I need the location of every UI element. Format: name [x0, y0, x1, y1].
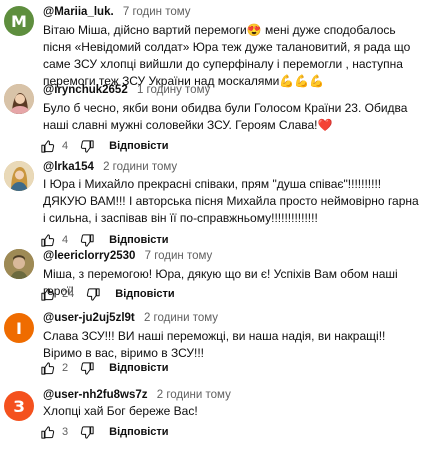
comment-actions: 4 Відповісти: [40, 136, 169, 156]
comment-text: Слава ЗСУ!!! ВИ наші переможці, ви наша …: [43, 329, 386, 360]
comment: @irynchuk2652 1 годину тому Було б чесно…: [0, 78, 428, 158]
avatar[interactable]: [4, 161, 34, 191]
like-count: 3: [62, 426, 69, 438]
avatar[interactable]: [4, 249, 34, 279]
user-photo-icon: [4, 161, 34, 191]
comment-author[interactable]: @irynchuk2652: [43, 84, 128, 96]
comments-list: M @Mariia_luk. 7 годин тому Вітаю Міша, …: [0, 0, 428, 449]
comment-header: @user-nh2fu8ws7z 2 години тому: [43, 389, 231, 401]
dislike-button[interactable]: [80, 139, 95, 154]
comment-time[interactable]: 7 годин тому: [123, 6, 191, 18]
thumbs-down-icon: [80, 361, 94, 375]
comment-header: @lrka154 2 години тому: [43, 161, 177, 173]
comment-author[interactable]: @user-nh2fu8ws7z: [43, 389, 148, 401]
comment-actions: 24 Відповісти: [40, 284, 175, 304]
comment: I @user-ju2uj5zl9t 2 години тому Слава З…: [0, 308, 428, 384]
comment-time[interactable]: 2 години тому: [157, 389, 231, 401]
like-count: 2: [62, 362, 69, 374]
comment-header: @user-ju2uj5zl9t 2 години тому: [43, 312, 218, 324]
reply-button[interactable]: Відповісти: [115, 288, 174, 300]
reply-button[interactable]: Відповісти: [109, 362, 168, 374]
thumbs-up-icon: [41, 425, 55, 439]
user-photo-icon: [4, 84, 34, 114]
thumbs-up-icon: [41, 361, 55, 375]
like-count: 24: [62, 288, 75, 300]
dislike-button[interactable]: [80, 361, 95, 376]
like-count: 4: [62, 140, 69, 152]
reply-button[interactable]: Відповісти: [109, 140, 168, 152]
comment-time[interactable]: 2 години тому: [144, 312, 218, 324]
like-button[interactable]: [40, 425, 55, 440]
dislike-button[interactable]: [86, 287, 101, 302]
comment: M @Mariia_luk. 7 годин тому Вітаю Міша, …: [0, 0, 428, 90]
like-button[interactable]: [40, 361, 55, 376]
comment-header: @irynchuk2652 1 годину тому: [43, 84, 210, 96]
avatar-letter: I: [16, 318, 22, 338]
avatar-letter: З: [13, 396, 25, 416]
comment-time[interactable]: 1 годину тому: [137, 84, 210, 96]
comment-actions: 3 Відповісти: [40, 422, 169, 442]
comment-author[interactable]: @Mariia_luk.: [43, 6, 114, 18]
comment-actions: 2 Відповісти: [40, 358, 169, 378]
thumbs-up-icon: [41, 287, 55, 301]
comment-author[interactable]: @user-ju2uj5zl9t: [43, 312, 135, 324]
comment-header: @Mariia_luk. 7 годин тому: [43, 6, 191, 18]
avatar[interactable]: I: [4, 313, 34, 343]
comment-text: Було б чесно, якби вони обидва були Голо…: [43, 101, 408, 132]
comment-text: Хлопці хай Бог береже Вас!: [43, 404, 198, 418]
comment-header: @leericlorry2530 7 годин тому: [43, 250, 212, 262]
user-photo-icon: [4, 249, 34, 279]
thumbs-down-icon: [80, 425, 94, 439]
comment-text: І Юра і Михайло прекрасні співаки, прям …: [43, 177, 419, 225]
reply-button[interactable]: Відповісти: [109, 426, 168, 438]
thumbs-up-icon: [41, 139, 55, 153]
comment: @lrka154 2 години тому І Юра і Михайло п…: [0, 155, 428, 247]
like-button[interactable]: [40, 139, 55, 154]
thumbs-down-icon: [87, 287, 100, 301]
comment: @leericlorry2530 7 годин тому Міша, з пе…: [0, 244, 428, 306]
dislike-button[interactable]: [80, 425, 95, 440]
like-button[interactable]: [40, 287, 55, 302]
avatar[interactable]: З: [4, 391, 34, 421]
avatar[interactable]: [4, 84, 34, 114]
comment-author[interactable]: @lrka154: [43, 161, 94, 173]
comment-time[interactable]: 7 годин тому: [145, 250, 213, 262]
comment-author[interactable]: @leericlorry2530: [43, 250, 135, 262]
avatar[interactable]: M: [4, 6, 34, 36]
comment: З @user-nh2fu8ws7z 2 години тому Хлопці …: [0, 385, 428, 449]
comment-time[interactable]: 2 години тому: [103, 161, 177, 173]
avatar-letter: M: [11, 11, 27, 31]
thumbs-down-icon: [80, 139, 94, 153]
